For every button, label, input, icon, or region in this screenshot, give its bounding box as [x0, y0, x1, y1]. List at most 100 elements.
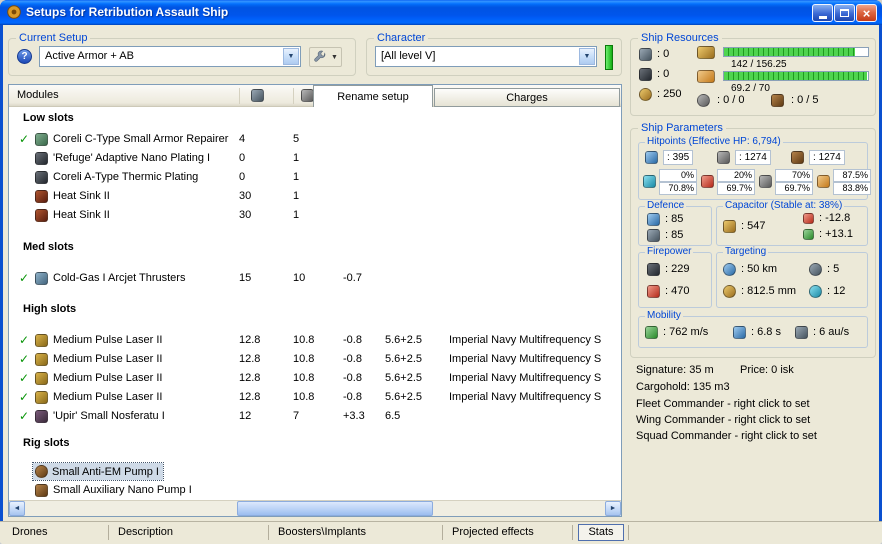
- tab-stats[interactable]: Stats: [578, 524, 624, 541]
- powergrid-bar: [723, 71, 869, 81]
- cpu-bar: [723, 47, 869, 57]
- module-row[interactable]: ✓ Coreli C-Type Small Armor Repairer 4 5: [9, 131, 621, 149]
- targeting-label: Targeting: [723, 246, 769, 258]
- cpu-value: 142 / 156.25: [731, 59, 787, 70]
- module-active-check-icon: ✓: [19, 390, 30, 404]
- tab-charges[interactable]: Charges: [434, 88, 620, 107]
- module-cpu: 12.8: [239, 334, 261, 346]
- module-cpu: 12.8: [239, 391, 261, 403]
- fleet-commander-text[interactable]: Fleet Commander - right click to set: [636, 398, 810, 410]
- mobility-group: Mobility 762 m/s 6.8 s 6 au/s: [638, 310, 868, 348]
- powergrid-bar-fill: [724, 72, 867, 80]
- em-shield-resist: 0%: [659, 169, 697, 182]
- module-row[interactable]: 'Refuge' Adaptive Nano Plating I 0 1: [9, 150, 621, 168]
- minimize-button[interactable]: [812, 4, 833, 22]
- defence-shield-icon: [647, 213, 660, 226]
- modules-list[interactable]: Low slots ✓ Coreli C-Type Small Armor Re…: [9, 107, 621, 500]
- capacitor-group: Capacitor (Stable at: 38%) 547 -12.8 +13…: [716, 200, 868, 246]
- module-row[interactable]: ✓ 'Upir' Small Nosferatu I 12 7 +3.3 6.5: [9, 408, 621, 426]
- module-row[interactable]: ✓ Medium Pulse Laser II 12.8 10.8 -0.8 5…: [9, 389, 621, 407]
- module-cpu: 0: [239, 152, 246, 164]
- scroll-right-button[interactable]: ►: [605, 501, 621, 516]
- setup-tools-button[interactable]: ▼: [309, 47, 342, 67]
- module-active-check-icon: ✓: [19, 271, 30, 285]
- tab-label: Stats: [588, 526, 614, 538]
- ship-resources-label: Ship Resources: [638, 32, 722, 45]
- app-window: Setups for Retribution Assault Ship × Cu…: [0, 0, 882, 544]
- calibration-value: 250: [657, 88, 681, 100]
- help-glyph: ?: [21, 51, 28, 62]
- laser-module-icon: [35, 353, 48, 366]
- module-charge: Imperial Navy Multifrequency S: [449, 353, 602, 365]
- app-icon: [7, 5, 21, 19]
- module-row[interactable]: ✓ Cold-Gas I Arcjet Thrusters 15 10 -0.7: [9, 270, 621, 288]
- slot-section-header: Rig slots: [23, 437, 70, 449]
- tab-label: Charges: [506, 92, 548, 104]
- module-cap: +3.3: [343, 410, 365, 422]
- module-row[interactable]: Small Auxiliary Nano Pump I: [9, 482, 621, 500]
- close-button[interactable]: ×: [856, 4, 877, 22]
- module-name: 'Refuge' Adaptive Nano Plating I: [53, 152, 211, 164]
- defence-armor-icon: [647, 229, 660, 242]
- laser-module-icon: [35, 391, 48, 404]
- module-cpu: 30: [239, 190, 252, 202]
- maximize-button[interactable]: [834, 4, 855, 22]
- kinetic-resist-icon: [759, 175, 772, 188]
- slot-section-header: High slots: [23, 303, 77, 315]
- tab-projected-effects[interactable]: Projected effects: [452, 526, 534, 538]
- module-row[interactable]: Coreli A-Type Thermic Plating 0 1: [9, 169, 621, 187]
- warp-speed-value: 6 au/s: [813, 326, 849, 338]
- scroll-left-button[interactable]: ◄: [9, 501, 25, 516]
- tab-separator: [442, 525, 443, 540]
- tab-drones[interactable]: Drones: [12, 526, 47, 538]
- module-row[interactable]: Heat Sink II 30 1: [9, 188, 621, 206]
- module-row[interactable]: Heat Sink II 30 1: [9, 207, 621, 225]
- tab-description[interactable]: Description: [118, 526, 173, 538]
- laser-module-icon: [35, 334, 48, 347]
- rig-module-icon: [35, 484, 48, 497]
- current-setup-label: Current Setup: [16, 32, 91, 45]
- horizontal-scrollbar[interactable]: ◄ ►: [9, 500, 621, 516]
- scrollbar-thumb[interactable]: [237, 501, 433, 516]
- tab-boosters-implants[interactable]: Boosters\Implants: [278, 526, 366, 538]
- modules-column-header[interactable]: Modules Rename setup Charges: [9, 85, 621, 107]
- speed-value: 762 m/s: [663, 326, 708, 338]
- sensor-strength-value: 12: [827, 285, 845, 297]
- module-cpu: 4: [239, 133, 246, 145]
- module-row[interactable]: ✓ Medium Pulse Laser II 12.8 10.8 -0.8 5…: [9, 351, 621, 369]
- capacitor-label: Capacitor (Stable at: 38%): [723, 200, 845, 212]
- chevron-down-icon[interactable]: ▼: [283, 48, 299, 65]
- explosive-shield-resist: 87.5%: [833, 169, 871, 182]
- launcher-hardpoints-icon: [639, 68, 652, 81]
- speed-icon: [645, 326, 658, 339]
- targeting-range-icon: [723, 263, 736, 276]
- tab-rename-setup[interactable]: Rename setup: [313, 85, 433, 107]
- module-row[interactable]: Small Anti-EM Pump I: [9, 462, 621, 481]
- module-pg: 5: [293, 133, 300, 145]
- modules-panel: Modules Rename setup Charges Low slots ✓…: [8, 84, 622, 517]
- help-icon[interactable]: ?: [17, 49, 32, 64]
- squad-commander-text[interactable]: Squad Commander - right click to set: [636, 430, 817, 442]
- setup-select-value: Active Armor + AB: [45, 50, 134, 62]
- selected-module[interactable]: Small Anti-EM Pump I: [32, 462, 164, 481]
- close-icon: ×: [862, 5, 871, 21]
- tab-separator: [268, 525, 269, 540]
- module-row[interactable]: ✓ Medium Pulse Laser II 12.8 10.8 -0.8 5…: [9, 370, 621, 388]
- max-targets-value: 5: [827, 263, 839, 275]
- setup-select[interactable]: Active Armor + AB ▼: [39, 46, 301, 67]
- shield-hp-value: 395: [663, 150, 694, 165]
- armor-hp-icon: [717, 151, 730, 164]
- title-bar[interactable]: Setups for Retribution Assault Ship ×: [0, 0, 882, 25]
- module-pg: 1: [293, 171, 300, 183]
- module-row[interactable]: ✓ Medium Pulse Laser II 12.8 10.8 -0.8 5…: [9, 332, 621, 350]
- chevron-down-icon[interactable]: ▼: [579, 48, 595, 65]
- thermal-shield-resist: 20%: [717, 169, 755, 182]
- module-charge: Imperial Navy Multifrequency S: [449, 372, 602, 384]
- scan-resolution-icon: [723, 285, 736, 298]
- wing-commander-text[interactable]: Wing Commander - right click to set: [636, 414, 810, 426]
- module-active-check-icon: ✓: [19, 409, 30, 423]
- thermal-resist-icon: [701, 175, 714, 188]
- character-select[interactable]: [All level V] ▼: [375, 46, 597, 67]
- align-time-value: 6.8 s: [751, 326, 781, 338]
- cargohold-text: Cargohold: 135 m3: [636, 381, 730, 393]
